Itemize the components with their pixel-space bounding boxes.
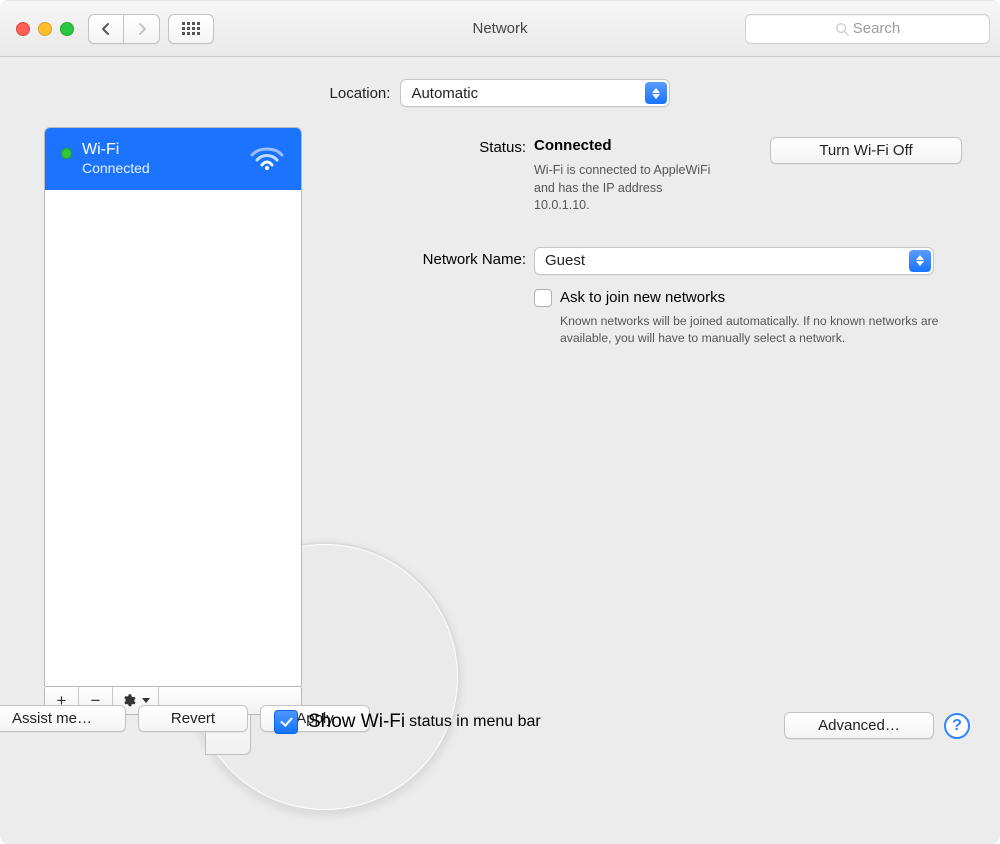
wifi-icon [249,145,285,174]
network-name-select[interactable]: Guest [534,247,934,275]
advanced-button[interactable]: Advanced… [784,712,934,739]
turn-wifi-off-button[interactable]: Turn Wi-Fi Off [770,137,962,164]
ask-to-join-row: Ask to join new networks [534,289,962,307]
content-area: Location: Automatic Wi-Fi Connected [0,57,1000,844]
back-button[interactable] [88,14,124,44]
ask-to-join-description: Known networks will be joined automatica… [560,313,940,347]
location-row: Location: Automatic [0,57,1000,127]
panels: Wi-Fi Connected [0,127,1000,727]
assist-me-button[interactable]: Assist me… [0,705,126,732]
help-button[interactable]: ? [944,713,970,739]
status-dot-icon [61,148,72,159]
service-list[interactable]: Wi-Fi Connected [44,127,302,687]
detail-pane: Status: Connected Wi-Fi is connected to … [316,127,980,715]
status-label: Status: [326,137,526,156]
location-select[interactable]: Automatic [400,79,670,107]
network-name-label: Network Name: [326,247,526,268]
nav-buttons [88,14,160,44]
show-wifi-status-label-part1: Show Wi-Fi [308,711,405,733]
status-row: Status: Connected Wi-Fi is connected to … [326,137,962,215]
ask-to-join-label: Ask to join new networks [560,289,725,306]
forward-button[interactable] [124,14,160,44]
search-field[interactable]: Search [745,14,990,44]
show-all-button[interactable] [168,14,214,44]
network-name-row: Network Name: Guest Ask to join new netw… [326,247,962,347]
show-wifi-status-label-part2: status in menu bar [409,713,541,731]
location-label: Location: [330,85,391,102]
close-window-button[interactable] [16,22,30,36]
titlebar: Network Search [0,1,1000,57]
service-status: Connected [82,160,150,178]
service-name: Wi-Fi [82,140,150,160]
minimize-window-button[interactable] [38,22,52,36]
up-down-arrows-icon [909,250,931,272]
chevron-left-icon [101,22,111,36]
chevron-right-icon [137,22,147,36]
show-wifi-status-row: Show Wi-Fi status in menu bar [274,710,541,734]
ask-to-join-checkbox[interactable] [534,289,552,307]
search-placeholder: Search [853,20,901,37]
status-value: Connected [534,137,612,154]
show-wifi-status-checkbox[interactable] [274,710,298,734]
revert-button[interactable]: Revert [138,705,248,732]
help-icon: ? [952,717,962,735]
zoom-window-button[interactable] [60,22,74,36]
search-icon [835,22,849,36]
status-description: Wi-Fi is connected to AppleWiFi and has … [534,162,714,215]
up-down-arrows-icon [645,82,667,104]
advanced-area: Advanced… ? [784,712,970,739]
window-title: Network [472,20,527,37]
grid-icon [182,22,200,36]
network-preferences-window: Network Search Location: Automatic [0,0,1000,844]
sidebar: Wi-Fi Connected [44,127,302,727]
network-name-value: Guest [545,252,585,269]
window-controls [16,22,74,36]
service-item-texts: Wi-Fi Connected [82,140,150,178]
service-item-wifi[interactable]: Wi-Fi Connected [45,128,301,190]
location-value: Automatic [411,85,478,102]
